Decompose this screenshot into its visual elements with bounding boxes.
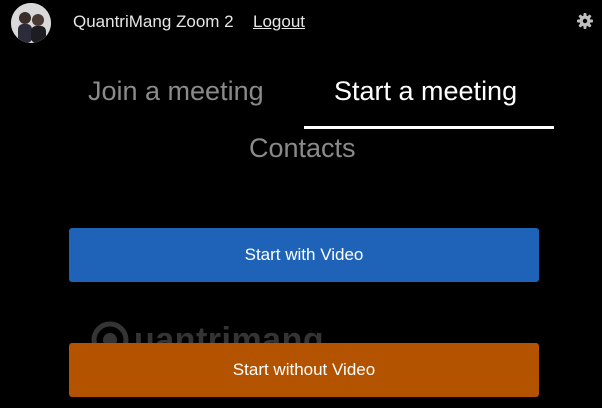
tab-contacts[interactable]: Contacts	[249, 133, 356, 164]
start-with-video-button[interactable]: Start with Video	[69, 228, 539, 282]
tab-join-meeting[interactable]: Join a meeting	[88, 76, 264, 107]
gear-icon[interactable]	[577, 13, 593, 29]
user-name: QuantriMang Zoom 2	[73, 12, 234, 31]
logout-link[interactable]: Logout	[253, 12, 305, 32]
avatar[interactable]	[11, 3, 51, 43]
start-without-video-button[interactable]: Start without Video	[69, 343, 539, 397]
active-tab-indicator	[304, 126, 554, 129]
avatar-image	[11, 3, 51, 43]
tab-start-meeting[interactable]: Start a meeting	[334, 76, 517, 107]
